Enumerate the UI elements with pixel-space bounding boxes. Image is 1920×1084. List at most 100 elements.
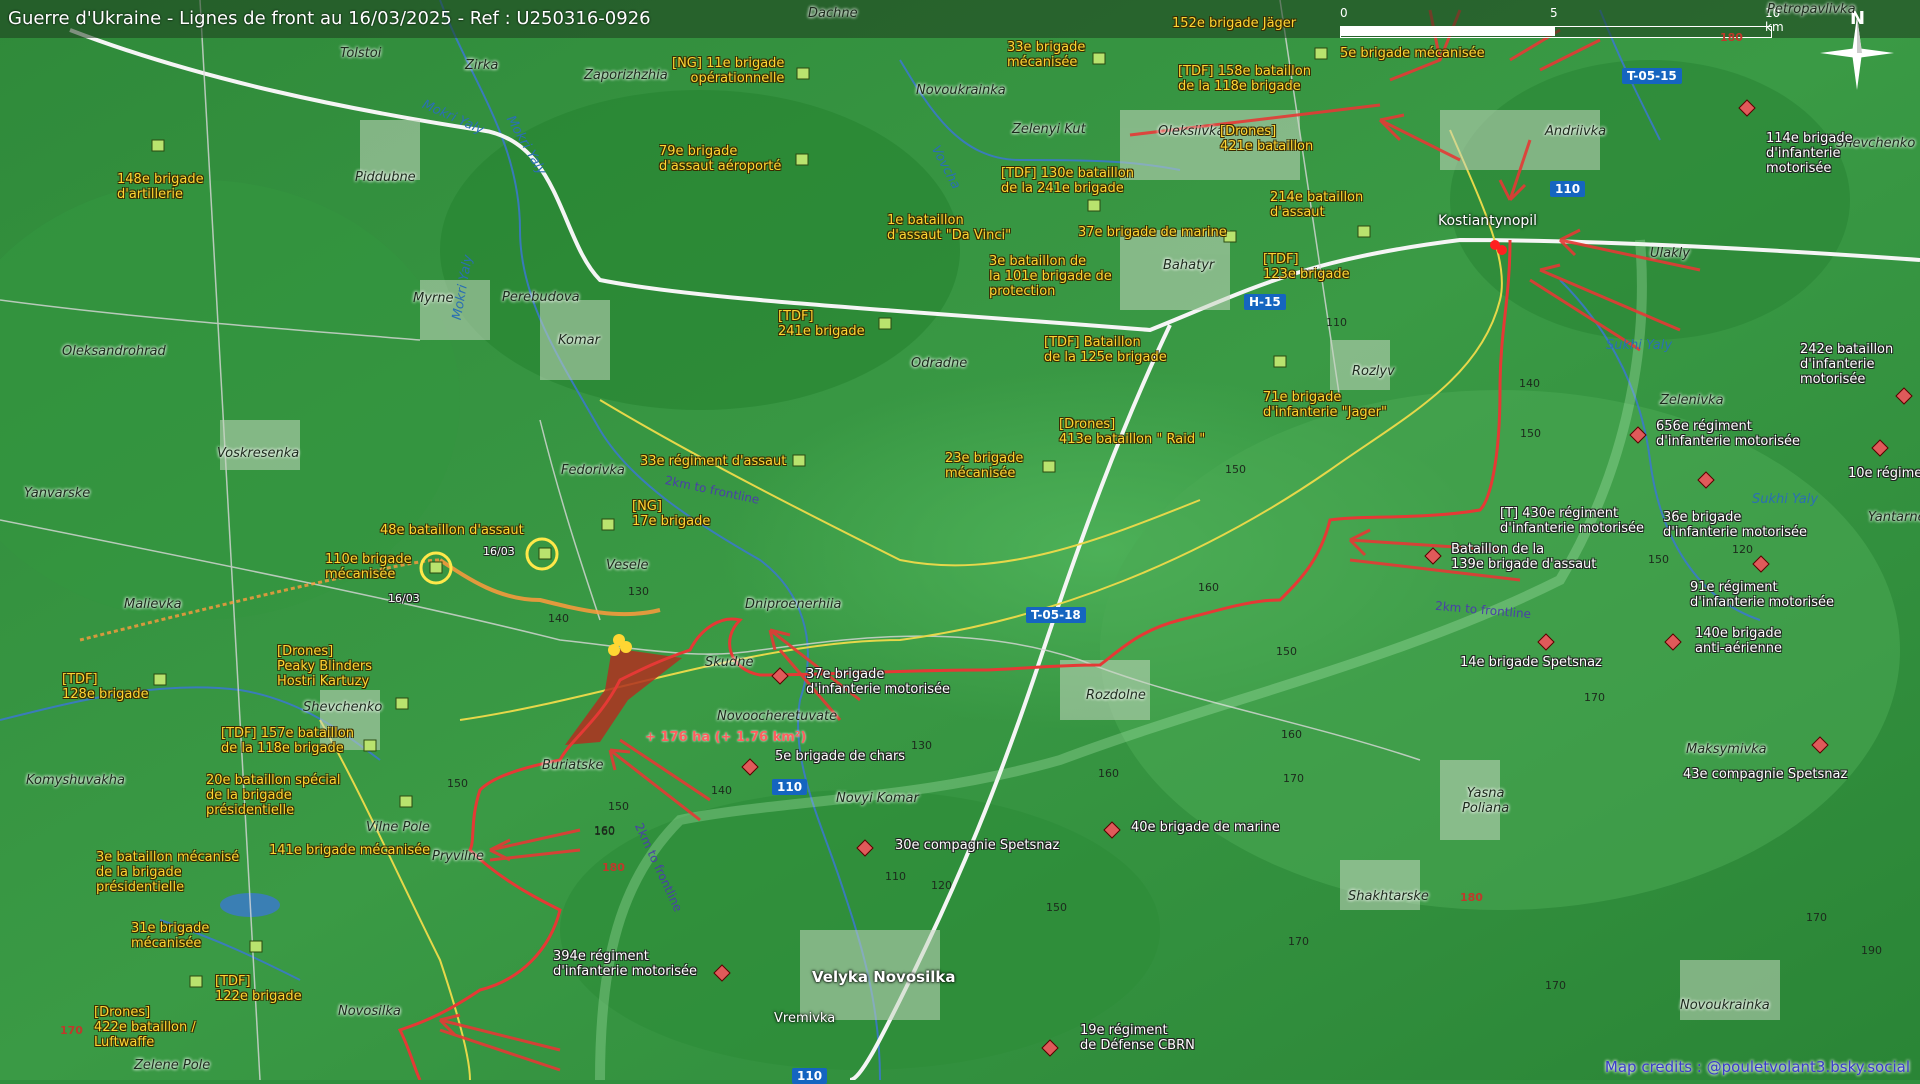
elevation-label: 140 xyxy=(548,612,569,625)
enemy-unit: 394e régiment d'infanterie motorisée xyxy=(553,949,698,979)
scale-bar: 0 5 10 km xyxy=(1340,6,1784,38)
town-rozdolne: Rozdolne xyxy=(1086,688,1146,703)
road-shield-110-b: 110 xyxy=(772,779,808,795)
town-zelenivka: Zelenivka xyxy=(1660,393,1724,408)
friendly-unit: [Drones] Peaky Blinders Hostri Kartuzy xyxy=(277,644,372,689)
enemy-unit: 5e brigade de chars xyxy=(775,749,906,764)
elevation-label: 150 xyxy=(1520,427,1541,440)
elevation-label: 170 xyxy=(1545,979,1566,992)
town-ulakly: Ulakly xyxy=(1650,246,1690,261)
friendly-unit: 79e brigade d'assaut aéroporté xyxy=(659,144,782,174)
friendly-unit: [TDF] 157e bataillon de la 118e brigade xyxy=(221,726,354,756)
friendly-unit: 110e brigade mécanisée xyxy=(325,552,412,582)
elevation-label: 150 xyxy=(608,800,629,813)
elevation-label-red: 180 xyxy=(602,861,625,874)
enemy-unit: 114e brigade d'infanterie motorisée xyxy=(1766,131,1853,176)
scale-label-0: 0 xyxy=(1340,6,1348,20)
town-zirka: Zirka xyxy=(465,58,499,73)
road-shield-110-c: 110 xyxy=(792,1068,828,1084)
road-shield-110-a: 110 xyxy=(1550,181,1586,197)
enemy-unit: 10e régiment xyxy=(1848,466,1920,481)
friendly-unit: [TDF] 241e brigade xyxy=(778,309,865,339)
town-yasna-poliana: Yasna Poliana xyxy=(1462,786,1510,816)
elevation-label-red: 170 xyxy=(60,1024,83,1037)
elevation-label: 190 xyxy=(1861,944,1882,957)
date-label-1: 16/03 xyxy=(388,592,420,605)
town-yanvarske: Yanvarske xyxy=(24,486,91,501)
town-buriatske: Buriatske xyxy=(542,758,604,773)
enemy-unit: 30e compagnie Spetsnaz xyxy=(895,838,1060,853)
enemy-unit: 140e brigade anti-aérienne xyxy=(1695,626,1783,656)
town-oleksandrohrad: Oleksandrohrad xyxy=(62,344,166,359)
town-vremivka: Vremivka xyxy=(774,1011,836,1026)
enemy-unit: 14e brigade Spetsnaz xyxy=(1460,655,1602,670)
town-zelenyi-kut: Zelenyi Kut xyxy=(1012,122,1086,137)
town-shakhtarske: Shakhtarske xyxy=(1348,889,1429,904)
map-credits: Map credits : @pouletvolant3.bsky.social xyxy=(1604,1058,1910,1076)
friendly-unit: [TDF] 158e bataillon de la 118e brigade xyxy=(1178,64,1311,94)
elevation-label: 110 xyxy=(885,870,906,883)
town-shevchenko-w: Shevchenko xyxy=(303,700,383,715)
elevation-label: 120 xyxy=(1732,543,1753,556)
river-sukhi-yaly-2: Sukhi Yaly xyxy=(1752,492,1819,507)
town-piddubne: Piddubne xyxy=(355,170,416,185)
friendly-unit: [Drones] 421e bataillon xyxy=(1220,124,1314,154)
town-pryvilne: Pryvilne xyxy=(432,849,485,864)
friendly-unit: 3e bataillon mécanisé de la brigade prés… xyxy=(96,850,240,895)
town-skudne: Skudne xyxy=(705,655,754,670)
friendly-unit: [NG] 17e brigade xyxy=(632,499,711,529)
elevation-label: 170 xyxy=(1806,911,1827,924)
friendly-unit: 5e brigade mécanisée xyxy=(1340,46,1485,61)
elevation-label: 170 xyxy=(1584,691,1605,704)
enemy-unit: 91e régiment d'infanterie motorisée xyxy=(1690,580,1835,610)
town-andriivka: Andriivka xyxy=(1545,124,1607,139)
town-velyka-novosilka: Velyka Novosilka xyxy=(812,968,956,986)
town-myrne: Myrne xyxy=(413,291,454,306)
map-canvas[interactable] xyxy=(0,0,1920,1080)
friendly-unit: 141e brigade mécanisée xyxy=(269,843,431,858)
town-bahatyr: Bahatyr xyxy=(1163,258,1215,273)
town-petropavlivka: Petropavlivka xyxy=(1767,2,1856,17)
elevation-label-red: 180 xyxy=(1720,31,1743,44)
enemy-unit: 36e brigade d'infanterie motorisée xyxy=(1663,510,1808,540)
friendly-unit: 33e régiment d'assaut xyxy=(640,454,787,469)
town-vilne-pole: Vilne Pole xyxy=(366,820,430,835)
road-shield-t0518: T-05-18 xyxy=(1026,607,1086,623)
town-tolstoi: Tolstoi xyxy=(340,46,382,61)
town-komar: Komar xyxy=(558,333,600,348)
elevation-label: 120 xyxy=(931,879,952,892)
town-zelene-pole: Zelene Pole xyxy=(134,1058,211,1073)
town-zaporizhzhia: Zaporizhzhia xyxy=(584,68,668,83)
elevation-label-red: 180 xyxy=(1460,891,1483,904)
friendly-unit: 1e bataillon d'assaut "Da Vinci" xyxy=(887,213,1012,243)
elevation-label: 160 xyxy=(1281,728,1302,741)
enemy-unit: 19e régiment de Défense CBRN xyxy=(1080,1023,1195,1053)
friendly-unit: 152e brigade Jäger xyxy=(1172,16,1297,31)
town-malievka: Malievka xyxy=(124,597,182,612)
town-odradne: Odradne xyxy=(911,356,968,371)
town-novyi-komar: Novyi Komar xyxy=(836,791,919,806)
town-fedorivka: Fedorivka xyxy=(561,463,625,478)
elevation-label: 160 xyxy=(1098,767,1119,780)
elevation-label: 170 xyxy=(1283,772,1304,785)
town-oleksiivka: Oleksiivka xyxy=(1158,124,1225,139)
friendly-unit: 33e brigade mécanisée xyxy=(1007,40,1086,70)
enemy-unit: [T] 430e régiment d'infanterie motorisée xyxy=(1500,506,1645,536)
elevation-label: 130 xyxy=(628,585,649,598)
friendly-unit: [TDF] 122e brigade xyxy=(215,974,302,1004)
friendly-unit: [TDF] 123e brigade xyxy=(1263,252,1350,282)
friendly-unit: [TDF] 128e brigade xyxy=(62,672,149,702)
elevation-label: 170 xyxy=(1288,935,1309,948)
town-dachne: Dachne xyxy=(808,6,858,21)
enemy-unit: 43e compagnie Spetsnaz xyxy=(1683,767,1848,782)
enemy-unit: 40e brigade de marine xyxy=(1131,820,1280,835)
date-label-2: 16/03 xyxy=(483,545,515,558)
enemy-unit: 242e bataillon d'infanterie motorisée xyxy=(1800,342,1894,387)
elevation-label: 130 xyxy=(911,739,932,752)
enemy-unit: Bataillon de la 139e brigade d'assaut xyxy=(1451,542,1597,572)
friendly-unit: 37e brigade de marine xyxy=(1078,225,1227,240)
road-shield-h15: H-15 xyxy=(1244,294,1286,310)
town-novoukrainka-se: Novoukrainka xyxy=(1680,998,1770,1013)
enemy-unit: 656e régiment d'infanterie motorisée xyxy=(1656,419,1801,449)
town-kostiantynopil: Kostiantynopil xyxy=(1438,213,1538,229)
